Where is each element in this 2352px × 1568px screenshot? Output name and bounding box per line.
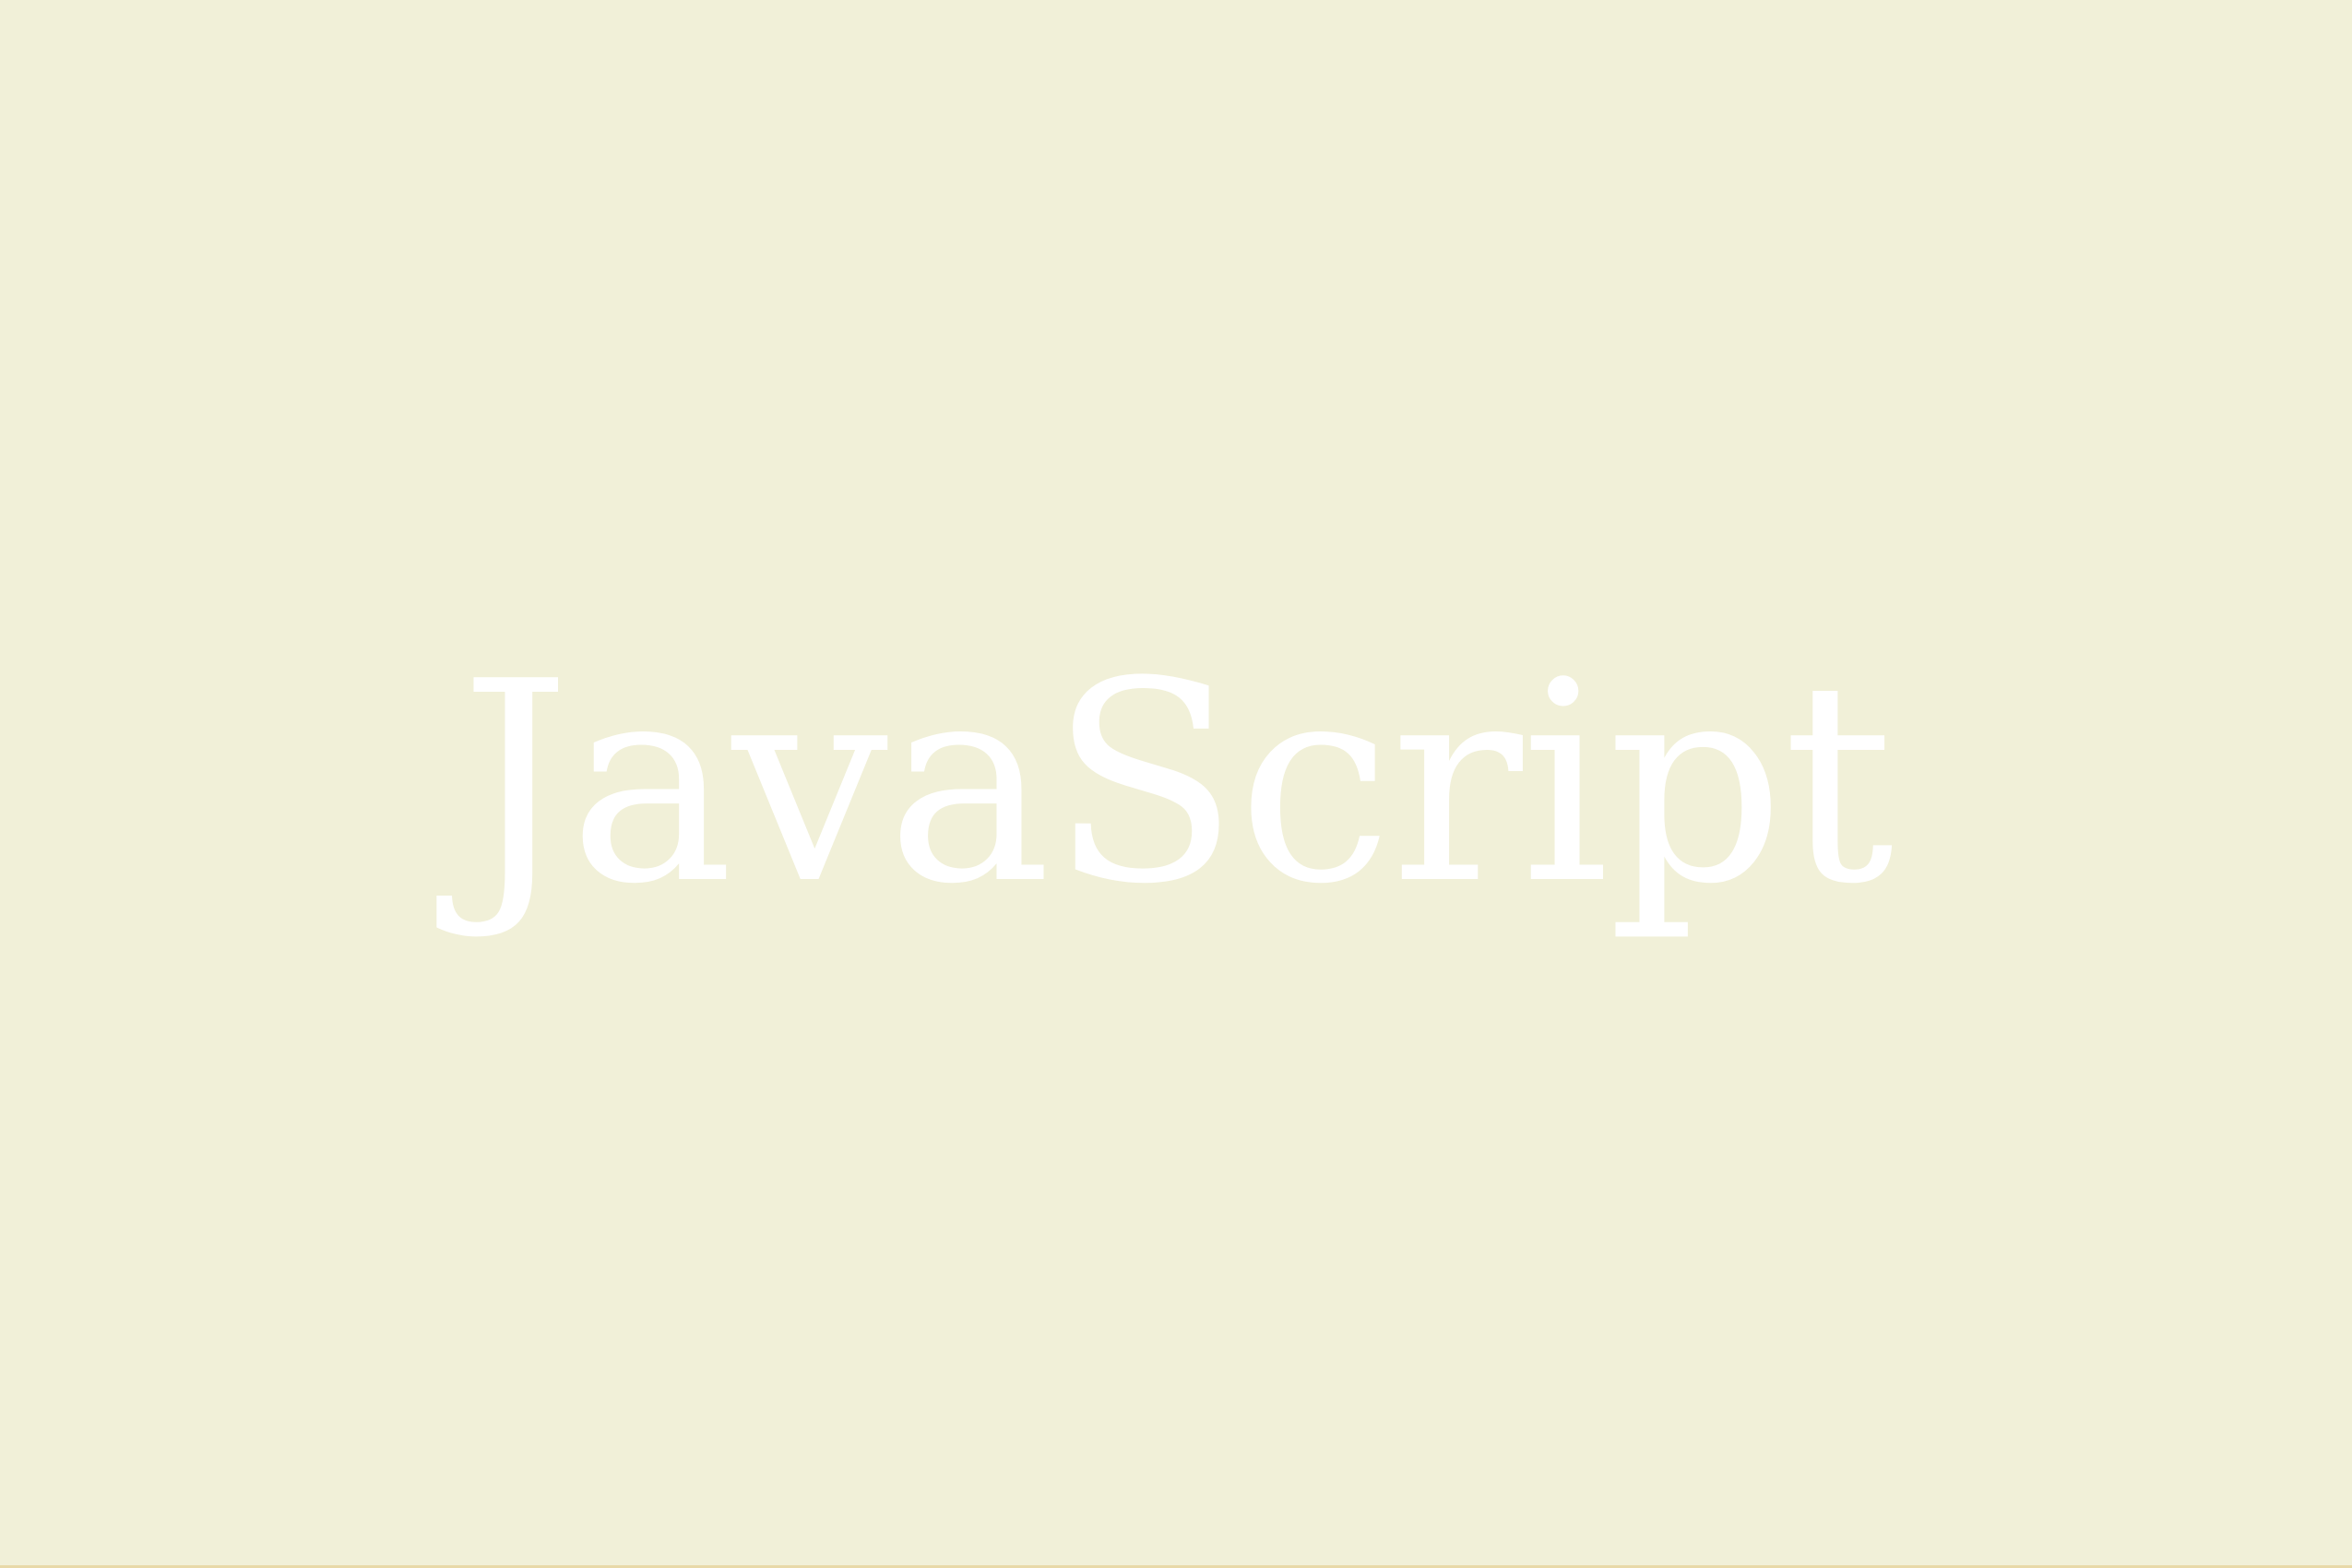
title-text: JavaScript [459, 623, 1895, 944]
title-card: JavaScript [0, 0, 2352, 1565]
